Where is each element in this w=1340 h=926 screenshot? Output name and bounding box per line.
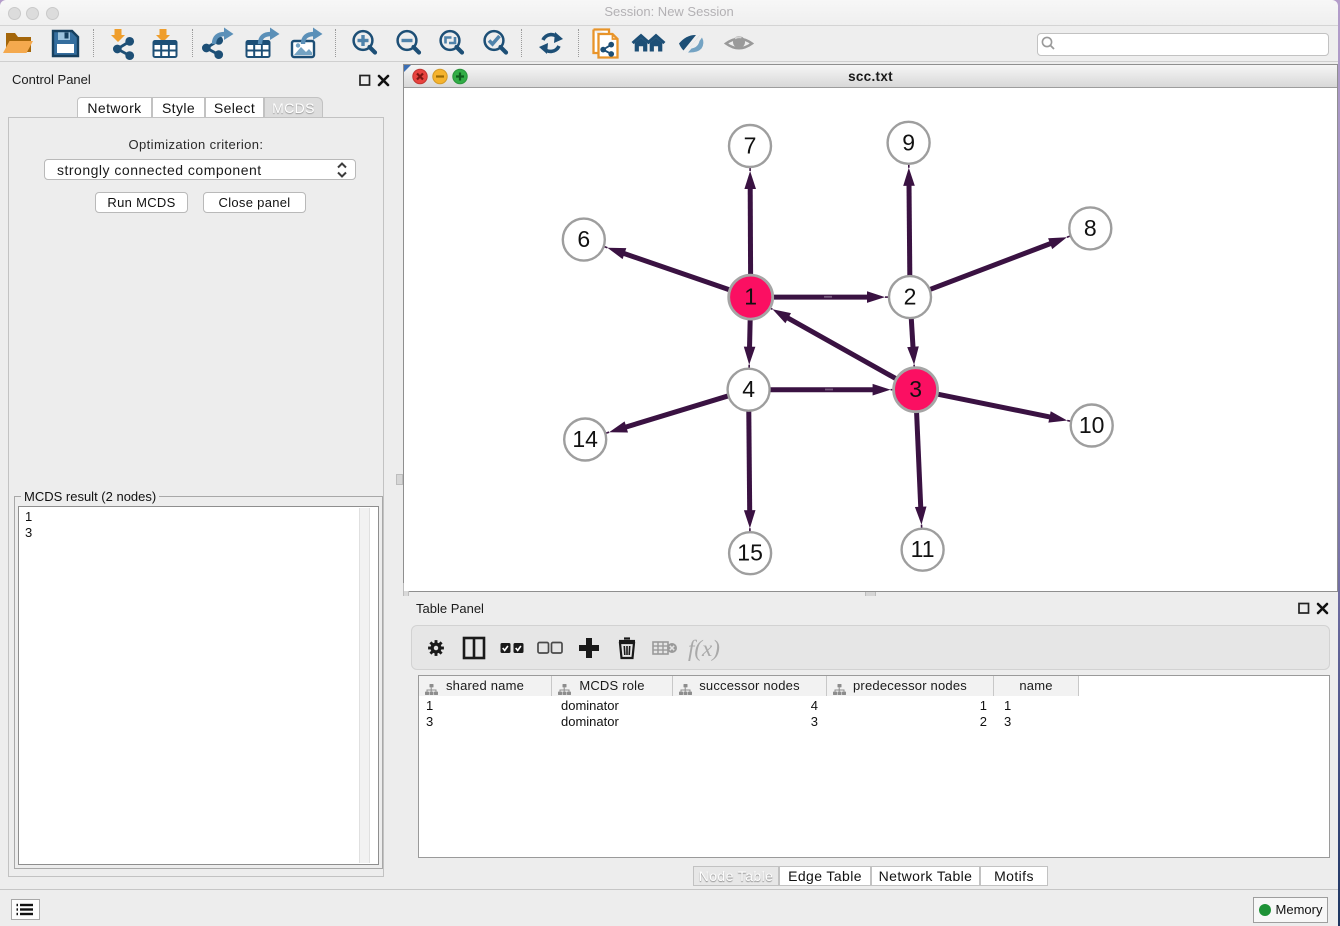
svg-text:9: 9 bbox=[902, 129, 915, 155]
svg-text:1: 1 bbox=[744, 284, 757, 310]
svg-text:4: 4 bbox=[742, 376, 755, 402]
svg-text:11: 11 bbox=[911, 536, 935, 562]
svg-text:6: 6 bbox=[577, 226, 590, 252]
svg-text:2: 2 bbox=[904, 284, 917, 310]
svg-text:3: 3 bbox=[909, 376, 922, 402]
svg-text:15: 15 bbox=[737, 540, 763, 566]
svg-text:8: 8 bbox=[1084, 215, 1097, 241]
svg-text:14: 14 bbox=[572, 426, 598, 452]
svg-text:7: 7 bbox=[744, 133, 757, 159]
svg-text:10: 10 bbox=[1079, 412, 1105, 438]
svg-text:f(x): f(x) bbox=[688, 636, 720, 661]
